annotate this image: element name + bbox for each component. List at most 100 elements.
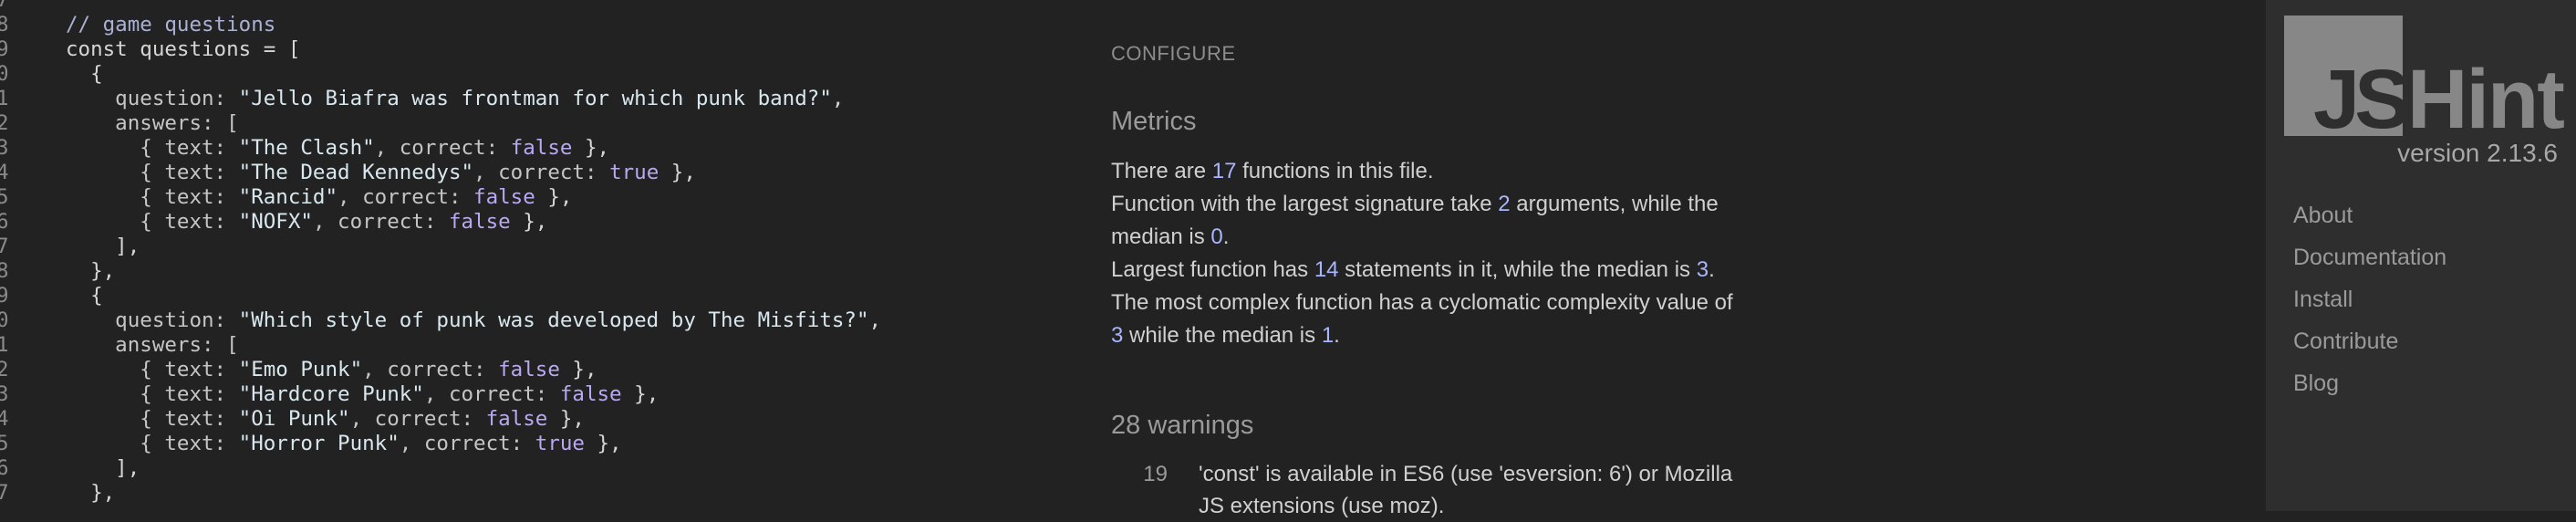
code-editor[interactable]: 7 8// game questions 9 const questions = [0… [0, 0, 1085, 511]
code-text: question: "Which style of punk was devel… [66, 308, 881, 333]
line-number: 1 [0, 87, 9, 110]
code-token: }, [584, 432, 622, 455]
line-number: 9 [0, 37, 9, 61]
code-text: answers: [ [66, 333, 239, 358]
code-token: , correct: [338, 185, 474, 209]
code-text: { text: "Oi Punk", correct: false }, [66, 407, 585, 432]
line-number: 4 [0, 407, 9, 431]
code-token: "Horror Punk" [238, 432, 400, 455]
line-number: 5 [0, 185, 9, 209]
code-token: { text: [66, 185, 239, 209]
warning-message: 'const' is available in ES6 (use 'esvers… [1199, 462, 1733, 518]
line-number: 6 [0, 456, 9, 480]
code-token: "The Clash" [238, 136, 375, 160]
metrics-body: There are 17 functions in this file. Fun… [1111, 155, 1750, 352]
code-token: }, [572, 136, 610, 160]
jshint-logo[interactable]: JS Hint [2284, 16, 2576, 141]
code-token: { text: [66, 210, 239, 234]
logo-hint-text: Hint [2407, 53, 2565, 146]
code-token: "Hardcore Punk" [238, 382, 424, 406]
code-text: { text: "Emo Punk", correct: false }, [66, 358, 597, 382]
code-token: { text: [66, 136, 239, 160]
code-token: "Jello Biafra was frontman for which pun… [238, 87, 832, 110]
code-token: true [609, 161, 660, 184]
line-number: 5 [0, 432, 9, 455]
code-text: { [66, 284, 103, 308]
line-number: 0 [0, 62, 9, 86]
version-label: version 2.13.6 [2397, 139, 2558, 167]
code-token: , correct: [399, 432, 535, 455]
line-number: 9 [0, 284, 9, 308]
metrics-heading: Metrics [1111, 107, 1197, 136]
line-number: 2 [0, 358, 9, 381]
warnings-heading: 28 warnings [1111, 411, 1254, 440]
sidebar: JS Hint version 2.13.6 About Documentati… [2266, 0, 2576, 511]
line-number: 3 [0, 382, 9, 406]
line-number: 8 [0, 259, 9, 283]
code-token: "The Dead Kennedys" [238, 161, 474, 184]
code-token: "Rancid" [238, 185, 338, 209]
nav-link-install[interactable]: Install [2293, 285, 2446, 327]
code-text: const questions = [ [66, 37, 300, 62]
line-number: 0 [0, 308, 9, 332]
nav-link-contribute[interactable]: Contribute [2293, 327, 2446, 369]
code-token: false [485, 407, 548, 431]
code-token: false [510, 136, 573, 160]
code-token: }, [510, 210, 548, 234]
code-text: ], [66, 235, 140, 259]
code-token: , correct: [349, 407, 486, 431]
sidebar-nav: About Documentation Install Contribute B… [2293, 201, 2446, 411]
code-token: answers: [ [66, 333, 239, 357]
code-token: answers: [ [66, 111, 239, 135]
code-token: false [559, 382, 622, 406]
code-token: ], [66, 456, 140, 480]
configure-link[interactable]: CONFIGURE [1111, 42, 1236, 66]
code-text: }, [66, 259, 115, 284]
line-number: 3 [0, 136, 9, 160]
code-token: { [66, 284, 103, 308]
nav-link-about[interactable]: About [2293, 201, 2446, 243]
code-token: false [498, 358, 560, 381]
code-text: { text: "The Dead Kennedys", correct: tr… [66, 161, 696, 185]
line-number: 7 [0, 0, 9, 12]
warning-line-number[interactable]: 19 [1111, 458, 1168, 490]
code-token: "Oi Punk" [238, 407, 350, 431]
code-text: }, [66, 481, 115, 506]
line-number: 1 [0, 333, 9, 357]
code-token: false [448, 210, 511, 234]
code-token: , correct: [362, 358, 499, 381]
code-token: , correct: [312, 210, 449, 234]
nav-link-blog[interactable]: Blog [2293, 369, 2446, 411]
metric-functions: There are 17 functions in this file. [1111, 159, 1434, 183]
code-text: answers: [ [66, 111, 239, 136]
code-token: }, [66, 481, 116, 505]
nav-link-documentation[interactable]: Documentation [2293, 243, 2446, 285]
code-token: { text: [66, 161, 239, 184]
code-token: }, [559, 358, 597, 381]
line-number: 6 [0, 210, 9, 234]
code-token: const questions = [ [66, 37, 301, 61]
code-token: { text: [66, 382, 239, 406]
line-number: 4 [0, 161, 9, 184]
code-token: // game questions [66, 13, 276, 37]
line-number: 7 [0, 481, 9, 505]
code-token: , correct: [374, 136, 511, 160]
line-number: 7 [0, 235, 9, 258]
report-panel: CONFIGURE Metrics There are 17 functions… [1085, 0, 2266, 518]
code-text: { text: "Horror Punk", correct: true }, [66, 432, 622, 456]
code-token: , [831, 87, 845, 110]
code-token: }, [66, 259, 116, 283]
logo-js-block: JS [2284, 16, 2411, 141]
code-token: false [473, 185, 535, 209]
code-text: { text: "Hardcore Punk", correct: false … [66, 382, 659, 407]
line-number: 8 [0, 13, 9, 37]
code-token: true [535, 432, 585, 455]
code-text: { text: "NOFX", correct: false }, [66, 210, 547, 235]
code-token: question: [66, 87, 239, 110]
code-token: { text: [66, 407, 239, 431]
code-token: "Which style of punk was developed by Th… [238, 308, 869, 332]
code-token: ], [66, 235, 140, 258]
code-token: { [66, 62, 103, 86]
code-text: { [66, 62, 103, 87]
line-number: 2 [0, 111, 9, 135]
